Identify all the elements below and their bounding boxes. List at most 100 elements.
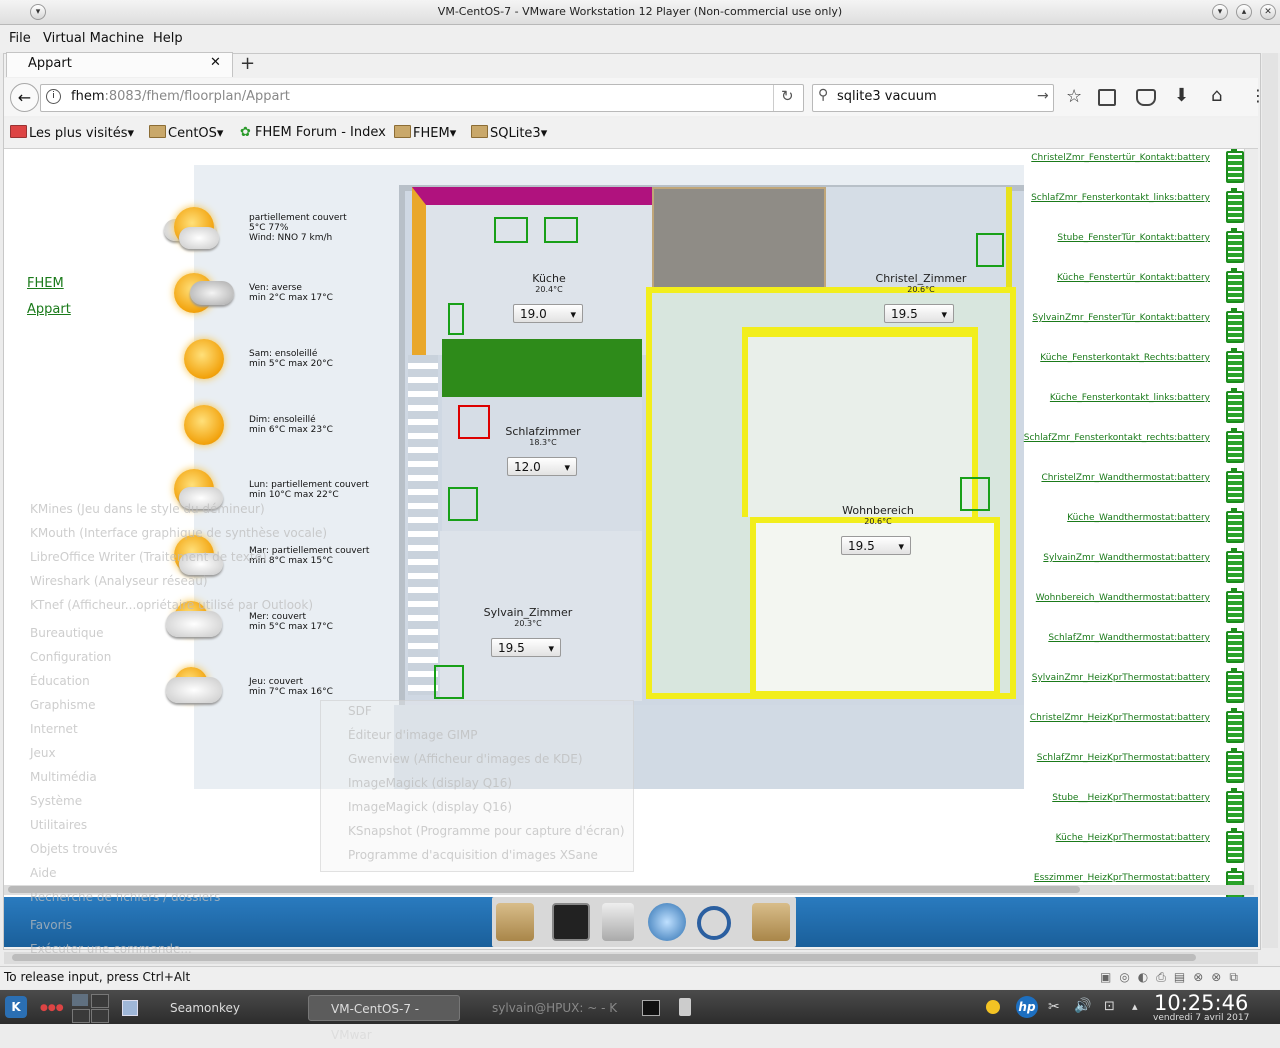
window-contact-icon[interactable]	[434, 665, 464, 699]
browser-globe-icon[interactable]	[648, 903, 686, 941]
window-contact-icon[interactable]	[494, 217, 528, 243]
close-button[interactable]: ✕	[1260, 4, 1276, 20]
terminal-tray-icon[interactable]	[642, 1000, 660, 1016]
desktop-pager[interactable]	[72, 994, 110, 1023]
vm-vertical-scrollbar[interactable]	[1262, 53, 1278, 948]
search-box[interactable]: ⚲ sqlite3 vacuum →	[812, 84, 1054, 112]
new-tab-icon[interactable]: +	[240, 53, 255, 74]
minimize-button[interactable]: ▾	[1212, 4, 1228, 20]
battery-link[interactable]: Esszimmer_HeizKprThermostat:battery	[1034, 873, 1210, 883]
setpoint-select-kueche[interactable]: 19.0	[513, 304, 583, 324]
battery-link[interactable]: ChristelZmr_Fenstertür_Kontakt:battery	[1031, 153, 1210, 163]
tray-expand-icon[interactable]: ▴	[1132, 1000, 1138, 1013]
hp-icon[interactable]: hp	[1016, 996, 1038, 1018]
menu-virtual-machine[interactable]: Virtual Machine	[43, 31, 144, 46]
kde-app-item[interactable]: KTnef (Afficheur...opriétaire utilisé pa…	[30, 598, 313, 612]
battery-link[interactable]: SylvainZmr_FensterTür_Kontakt:battery	[1032, 313, 1210, 323]
device-status-icons[interactable]: ▣◎◐⎙▤⊗⊗⧉	[1100, 970, 1246, 985]
show-desktop-icon[interactable]	[122, 1000, 138, 1016]
battery-link[interactable]: Küche_Wandthermostat:battery	[1067, 513, 1210, 523]
task-vmware[interactable]: VM-CentOS-7 - VMwar	[308, 995, 460, 1042]
bookmark-most-visited[interactable]: Les plus visités▾	[10, 125, 134, 141]
tab-appart[interactable]: Appart ✕	[6, 52, 233, 77]
folder-icon[interactable]	[752, 903, 790, 941]
bookmark-centos[interactable]: CentOS▾	[149, 125, 223, 141]
kde-category-item[interactable]: Graphisme	[30, 698, 95, 712]
kde-category-item[interactable]: Utilitaires	[30, 818, 87, 832]
kde-category-item[interactable]: Multimédia	[30, 770, 97, 784]
kde-submenu-item[interactable]: SDF	[348, 704, 372, 718]
setpoint-select-schlafzimmer[interactable]: 12.0	[507, 457, 577, 477]
bookmark-fhem-forum[interactable]: ✿ FHEM Forum - Index	[240, 125, 386, 140]
bookmark-sqlite3[interactable]: SQLite3▾	[471, 125, 547, 141]
kde-app-item[interactable]: LibreOffice Writer (Traitement de texte)	[30, 550, 267, 564]
setpoint-select-christel[interactable]: 19.5	[884, 304, 954, 324]
battery-link[interactable]: SchlafZmr_HeizKprThermostat:battery	[1037, 753, 1210, 763]
battery-link[interactable]: SchlafZmr_Fensterkontakt_links:battery	[1031, 193, 1210, 203]
file-cabinet-icon[interactable]	[602, 903, 634, 941]
maximize-button[interactable]: ▴	[1236, 4, 1252, 20]
window-contact-icon[interactable]	[960, 477, 990, 511]
window-contact-icon[interactable]	[448, 303, 464, 335]
pocket-icon[interactable]	[1136, 89, 1156, 106]
system-dots-icon[interactable]: ●●●	[40, 1003, 64, 1013]
kde-app-item[interactable]: KMines (Jeu dans le style du démineur)	[30, 502, 265, 516]
setpoint-select-sylvain[interactable]: 19.5	[491, 638, 561, 658]
bookmark-star-icon[interactable]: ☆	[1066, 86, 1082, 107]
kde-category-item[interactable]: Internet	[30, 722, 78, 736]
kde-run-command-tab[interactable]: Exécuter une commande...	[30, 942, 192, 956]
back-button[interactable]: ←	[10, 83, 39, 112]
setpoint-select-wohnbereich[interactable]: 19.5	[841, 536, 911, 556]
battery-link[interactable]: SchlafZmr_Wandthermostat:battery	[1048, 633, 1210, 643]
kde-category-item[interactable]: Système	[30, 794, 82, 808]
kde-search-files-item[interactable]: Recherche de fichiers / dossiers	[30, 890, 220, 904]
download-icon[interactable]: ⬇	[1174, 85, 1189, 106]
window-contact-icon[interactable]	[448, 487, 478, 521]
kde-favorites-tab[interactable]: Favoris	[30, 918, 72, 932]
kde-category-item[interactable]: Bureautique	[30, 626, 104, 640]
window-contact-icon[interactable]	[976, 233, 1004, 267]
battery-link[interactable]: Küche_Fenstertür_Kontakt:battery	[1057, 273, 1210, 283]
bookmark-fhem[interactable]: FHEM▾	[394, 125, 456, 141]
volume-icon[interactable]: 🔊	[1074, 998, 1091, 1014]
tab-close-icon[interactable]: ✕	[210, 55, 221, 70]
kde-start-icon[interactable]: K	[5, 996, 27, 1018]
weather-tray-icon[interactable]	[986, 1000, 1000, 1014]
home-icon[interactable]: ⌂	[1211, 85, 1222, 106]
kde-category-item[interactable]: Configuration	[30, 650, 111, 664]
scissors-icon[interactable]: ✂	[1048, 999, 1060, 1015]
reading-list-icon[interactable]	[1098, 89, 1116, 106]
kde-submenu-item[interactable]: ImageMagick (display Q16)	[348, 776, 512, 790]
battery-link[interactable]: SylvainZmr_Wandthermostat:battery	[1043, 553, 1210, 563]
battery-link[interactable]: ChristelZmr_Wandthermostat:battery	[1041, 473, 1210, 483]
battery-link[interactable]: Küche_Fensterkontakt_Rechts:battery	[1040, 353, 1210, 363]
calculator-icon[interactable]	[679, 998, 691, 1016]
task-seamonkey[interactable]: Seamonkey	[148, 995, 298, 1021]
task-konsole[interactable]: sylvain@HPUX: ~ - K	[470, 995, 620, 1021]
battery-link[interactable]: Küche_HeizKprThermostat:battery	[1056, 833, 1210, 843]
search-go-icon[interactable]: →	[1037, 88, 1049, 104]
battery-link[interactable]: Küche_Fensterkontakt_links:battery	[1050, 393, 1210, 403]
clock-time[interactable]: 10:25:46	[1154, 991, 1248, 1015]
kde-category-item[interactable]: Aide	[30, 866, 57, 880]
kde-submenu-item[interactable]: Éditeur d'image GIMP	[348, 728, 478, 742]
kde-app-item[interactable]: Wireshark (Analyseur réseau)	[30, 574, 208, 588]
battery-link[interactable]: Stube_FensterTür_Kontakt:battery	[1057, 233, 1210, 243]
url-bar[interactable]: i fhem:8083/fhem/floorplan/Appart ↻	[40, 84, 804, 112]
battery-link[interactable]: Wohnbereich_Wandthermostat:battery	[1036, 593, 1210, 603]
battery-link[interactable]: ChristelZmr_HeizKprThermostat:battery	[1030, 713, 1210, 723]
page-scrollbar[interactable]	[1244, 149, 1258, 897]
kde-category-item[interactable]: Éducation	[30, 674, 90, 688]
kde-submenu-item[interactable]: ImageMagick (display Q16)	[348, 800, 512, 814]
battery-link[interactable]: SchlafZmr_Fensterkontakt_rechts:battery	[1024, 433, 1210, 443]
kde-category-item[interactable]: Jeux	[30, 746, 56, 760]
reload-icon[interactable]: ↻	[781, 87, 794, 105]
window-contact-icon[interactable]	[544, 217, 578, 243]
battery-link[interactable]: Stube__HeizKprThermostat:battery	[1052, 793, 1210, 803]
info-icon[interactable]: i	[46, 89, 61, 104]
kde-app-item[interactable]: KMouth (Interface graphique de synthèse …	[30, 526, 327, 540]
battery-link[interactable]: SylvainZmr_HeizKprThermostat:battery	[1032, 673, 1210, 683]
menu-help[interactable]: Help	[153, 31, 183, 46]
search-magnifier-icon[interactable]	[697, 906, 731, 940]
terminal-icon[interactable]	[552, 903, 590, 941]
